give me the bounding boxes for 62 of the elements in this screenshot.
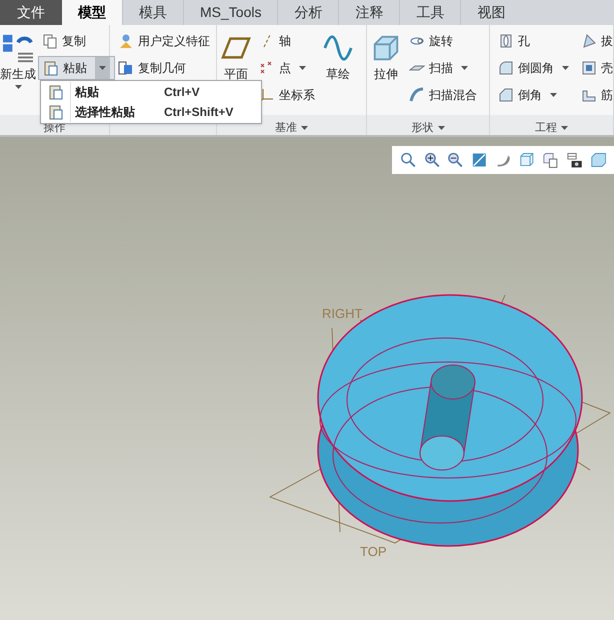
clipboard-icon (48, 84, 64, 100)
ribbon-button[interactable]: 筋 (577, 83, 614, 107)
caret-icon (562, 66, 569, 70)
caret-icon (550, 93, 557, 97)
caret-icon (461, 66, 468, 70)
user-feature-icon (118, 33, 134, 49)
zoom-in-icon[interactable] (424, 151, 440, 169)
ribbon-button[interactable]: 拔 (577, 29, 614, 53)
chamfer-icon (498, 87, 514, 103)
round-icon (498, 60, 514, 76)
group-label[interactable]: 基准 (275, 122, 297, 134)
shortcut-label: Ctrl+V (164, 84, 200, 101)
clipboard-icon (43, 60, 59, 76)
ribbon-button[interactable]: 点 (255, 56, 310, 80)
caret-icon (301, 126, 308, 130)
sketch-icon (323, 33, 353, 63)
clipboard-icon (48, 104, 64, 120)
zoom-fit-icon[interactable] (400, 151, 417, 169)
shortcut-label: Ctrl+Shift+V (164, 104, 234, 121)
ribbon-button[interactable]: 复制 (38, 29, 90, 53)
menu-item-label: 选择性粘贴 (74, 104, 136, 121)
menu-item-label: 粘贴 (74, 84, 100, 101)
copy-icon (42, 33, 58, 49)
ribbon-button[interactable]: 轴 (255, 29, 295, 53)
caret-icon (561, 126, 568, 130)
datum-label: TOP (360, 544, 386, 559)
camera-icon[interactable] (566, 151, 582, 169)
sweep-blend-icon (409, 87, 425, 103)
ribbon-button[interactable]: 孔 (494, 29, 534, 53)
coordinate-system-icon (259, 87, 275, 103)
ribbon-button[interactable]: 旋转 (405, 29, 457, 53)
extrude-icon (371, 33, 401, 63)
ribbon-button[interactable]: 壳 (577, 56, 614, 80)
ribbon-button[interactable]: 拉伸 (371, 29, 401, 87)
shell-icon (581, 60, 597, 76)
caret-icon (14, 85, 22, 89)
ribbon-button[interactable]: 粘贴 (38, 56, 115, 80)
ribbon-tab[interactable]: 文件 (0, 0, 62, 25)
regenerate-icon (3, 33, 33, 63)
ribbon-button[interactable]: 用户定义特征 (114, 29, 214, 53)
repaint-icon[interactable] (471, 151, 488, 169)
ribbon-button[interactable]: 扫描混合 (405, 83, 481, 107)
caret-icon (99, 66, 106, 70)
ribbon-button[interactable]: 草绘 (323, 29, 353, 87)
copy-geometry-icon (118, 60, 134, 76)
caret-icon (299, 66, 306, 70)
ribbon-button[interactable]: 扫描 (405, 56, 472, 80)
group-label[interactable]: 工程 (535, 122, 557, 134)
ribbon-button[interactable]: 倒角 (494, 83, 561, 107)
ribbon-tab[interactable]: 模型 (62, 0, 122, 25)
zoom-out-icon[interactable] (447, 151, 464, 169)
ribbon-button[interactable]: 新生成 (0, 29, 36, 93)
caret-icon (438, 126, 444, 130)
cube-icon[interactable] (518, 151, 536, 169)
hole-icon (498, 33, 514, 49)
datum-label: RIGHT (322, 306, 362, 321)
draft-icon (581, 33, 597, 49)
group-label[interactable]: 形状 (412, 122, 434, 134)
ribbon-button[interactable]: 倒圆角 (494, 56, 573, 80)
saved-views-icon[interactable] (542, 151, 559, 169)
ribbon-button[interactable]: 复制几何 (114, 56, 190, 80)
cube-icon[interactable] (589, 151, 606, 169)
